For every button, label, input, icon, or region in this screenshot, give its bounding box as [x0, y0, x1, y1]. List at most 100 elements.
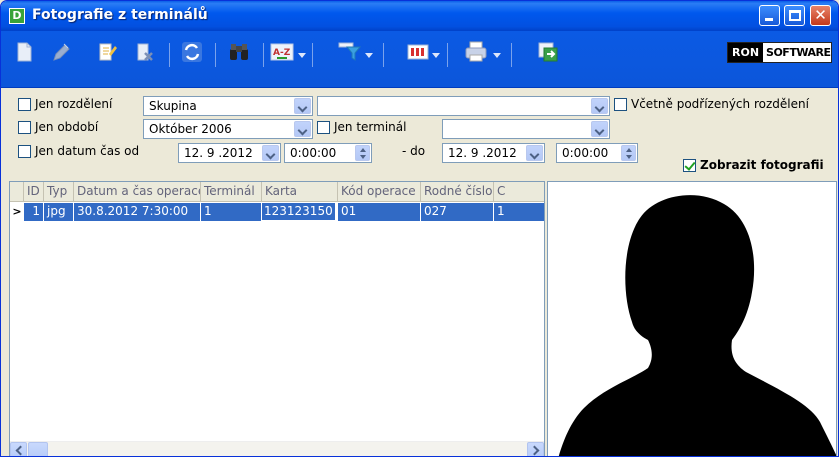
- export-icon: [538, 42, 558, 62]
- maximize-icon: [789, 10, 801, 21]
- chevron-down-icon[interactable]: [591, 98, 608, 114]
- delete-record-button[interactable]: [132, 39, 158, 65]
- column-header-rodne-cislo[interactable]: Rodné číslo: [421, 182, 494, 202]
- row-indicator-header: [10, 182, 24, 202]
- print-button[interactable]: [463, 39, 489, 65]
- column-header-datum[interactable]: Datum a čas operace: [74, 182, 201, 202]
- jen-obdobi-checkbox[interactable]: [18, 121, 31, 134]
- toolbar-separator: [169, 43, 170, 67]
- toolbar-separator: [263, 43, 264, 67]
- cell-kod-operace[interactable]: 01: [338, 203, 421, 221]
- cell-datum[interactable]: 30.8.2012 7:30:00: [74, 203, 201, 221]
- chevron-down-icon[interactable]: [294, 98, 311, 114]
- columns-icon: [407, 44, 429, 60]
- time-from-value: 0:00:00: [290, 146, 337, 160]
- scroll-left-button[interactable]: [10, 442, 27, 456]
- obdobi-select[interactable]: Október 2006: [143, 119, 313, 139]
- grid-header: ID Typ Datum a čas operace Terminál Kart…: [10, 182, 544, 202]
- date-to-label: - do: [402, 144, 426, 158]
- print-dropdown-arrow[interactable]: [493, 49, 501, 58]
- minimize-button[interactable]: [759, 5, 780, 26]
- scroll-thumb[interactable]: [28, 442, 48, 456]
- jen-terminal-checkbox[interactable]: [317, 121, 330, 134]
- chevron-down-icon[interactable]: [526, 145, 543, 161]
- svg-text:A-Z: A-Z: [273, 48, 291, 58]
- chevron-down-icon: [298, 53, 306, 58]
- photo-preview: [547, 181, 837, 456]
- note-icon: [99, 43, 117, 61]
- vcetne-podrizenych-checkbox[interactable]: [614, 98, 627, 111]
- app-icon: D: [9, 8, 25, 24]
- filter-button[interactable]: [337, 39, 363, 65]
- time-to-spinner[interactable]: 0:00:00: [556, 143, 638, 163]
- logo-software-text: SOFTWARE: [766, 46, 831, 59]
- cell-terminal[interactable]: 1: [201, 203, 262, 221]
- cell-rodne-cislo[interactable]: 027: [421, 203, 494, 221]
- jen-rozdeleni-checkbox[interactable]: [18, 98, 31, 111]
- column-header-terminal[interactable]: Terminál: [201, 182, 262, 202]
- jen-datum-label: Jen datum čas od: [35, 144, 140, 158]
- date-to-value: 12. 9 .2012: [448, 146, 517, 160]
- column-header-kod-operace[interactable]: Kód operace: [338, 182, 421, 202]
- jen-datum-checkbox[interactable]: [18, 145, 31, 158]
- window-title: Fotografie z terminálů: [32, 7, 208, 23]
- cell-karta[interactable]: 123123150: [262, 203, 338, 221]
- column-header-karta[interactable]: Karta: [262, 182, 338, 202]
- print-icon: [465, 41, 487, 62]
- scroll-right-button[interactable]: [527, 442, 544, 456]
- table-row[interactable]: 1 jpg 30.8.2012 7:30:00 1 123123150 01 0…: [10, 203, 544, 221]
- new-record-button[interactable]: [11, 39, 37, 65]
- chevron-down-icon[interactable]: [262, 145, 279, 161]
- sort-button[interactable]: A-Z: [269, 39, 295, 65]
- zobrazit-fotografii-label: Zobrazit fotografii: [700, 158, 824, 172]
- cell-typ[interactable]: jpg: [44, 203, 74, 221]
- toolbar-separator: [511, 43, 512, 67]
- toolbar-separator: [215, 43, 216, 67]
- chevron-down-icon: [365, 53, 373, 58]
- column-header-typ[interactable]: Typ: [44, 182, 74, 202]
- column-header-id[interactable]: ID: [24, 182, 44, 202]
- maximize-button[interactable]: [784, 5, 805, 26]
- note-button[interactable]: [94, 39, 120, 65]
- terminal-select[interactable]: [442, 119, 610, 139]
- ron-software-logo: RON SOFTWARE: [727, 42, 832, 63]
- vcetne-podrizenych-label: Včetně podřízených rozdělení: [631, 97, 809, 111]
- obdobi-value: Október 2006: [149, 122, 232, 136]
- horizontal-scrollbar[interactable]: [10, 441, 544, 456]
- cell-c[interactable]: 1: [494, 203, 544, 221]
- chevron-down-icon: [493, 53, 501, 58]
- column-header-c[interactable]: C: [494, 182, 544, 202]
- edit-record-button[interactable]: [49, 39, 75, 65]
- filter-icon: [338, 42, 362, 61]
- columns-button[interactable]: [405, 39, 431, 65]
- title-bar[interactable]: D Fotografie z terminálů ✕: [1, 1, 838, 31]
- rozdeleni-type-select[interactable]: Skupina: [143, 96, 313, 116]
- date-from-value: 12. 9 .2012: [184, 146, 253, 160]
- spin-updown-icon[interactable]: [355, 145, 370, 161]
- person-silhouette-photo: [558, 195, 836, 456]
- cell-karta-value[interactable]: 123123150: [262, 203, 335, 220]
- edit-icon: [53, 43, 70, 61]
- photos-grid[interactable]: ID Typ Datum a čas operace Terminál Kart…: [9, 181, 545, 456]
- rozdeleni-value-select[interactable]: [317, 96, 610, 116]
- sort-dropdown-arrow[interactable]: [298, 49, 306, 58]
- time-from-spinner[interactable]: 0:00:00: [284, 143, 372, 163]
- close-icon: ✕: [814, 6, 827, 24]
- close-button[interactable]: ✕: [810, 5, 831, 26]
- export-button[interactable]: [535, 39, 561, 65]
- cell-id[interactable]: 1: [24, 203, 44, 221]
- sort-az-icon: A-Z: [270, 43, 294, 61]
- filter-panel: Jen rozdělení Skupina Včetně podřízených…: [1, 89, 838, 181]
- jen-terminal-label: Jen terminál: [334, 120, 407, 134]
- columns-dropdown-arrow[interactable]: [432, 49, 440, 58]
- jen-rozdeleni-label: Jen rozdělení: [35, 97, 113, 111]
- chevron-down-icon[interactable]: [294, 121, 311, 137]
- spin-updown-icon[interactable]: [621, 145, 636, 161]
- chevron-down-icon[interactable]: [591, 121, 608, 137]
- zobrazit-fotografii-checkbox[interactable]: [683, 159, 696, 172]
- filter-dropdown-arrow[interactable]: [365, 49, 373, 58]
- search-button[interactable]: [226, 39, 252, 65]
- date-to-picker[interactable]: 12. 9 .2012: [442, 143, 545, 163]
- date-from-picker[interactable]: 12. 9 .2012: [178, 143, 281, 163]
- refresh-button[interactable]: [179, 39, 205, 65]
